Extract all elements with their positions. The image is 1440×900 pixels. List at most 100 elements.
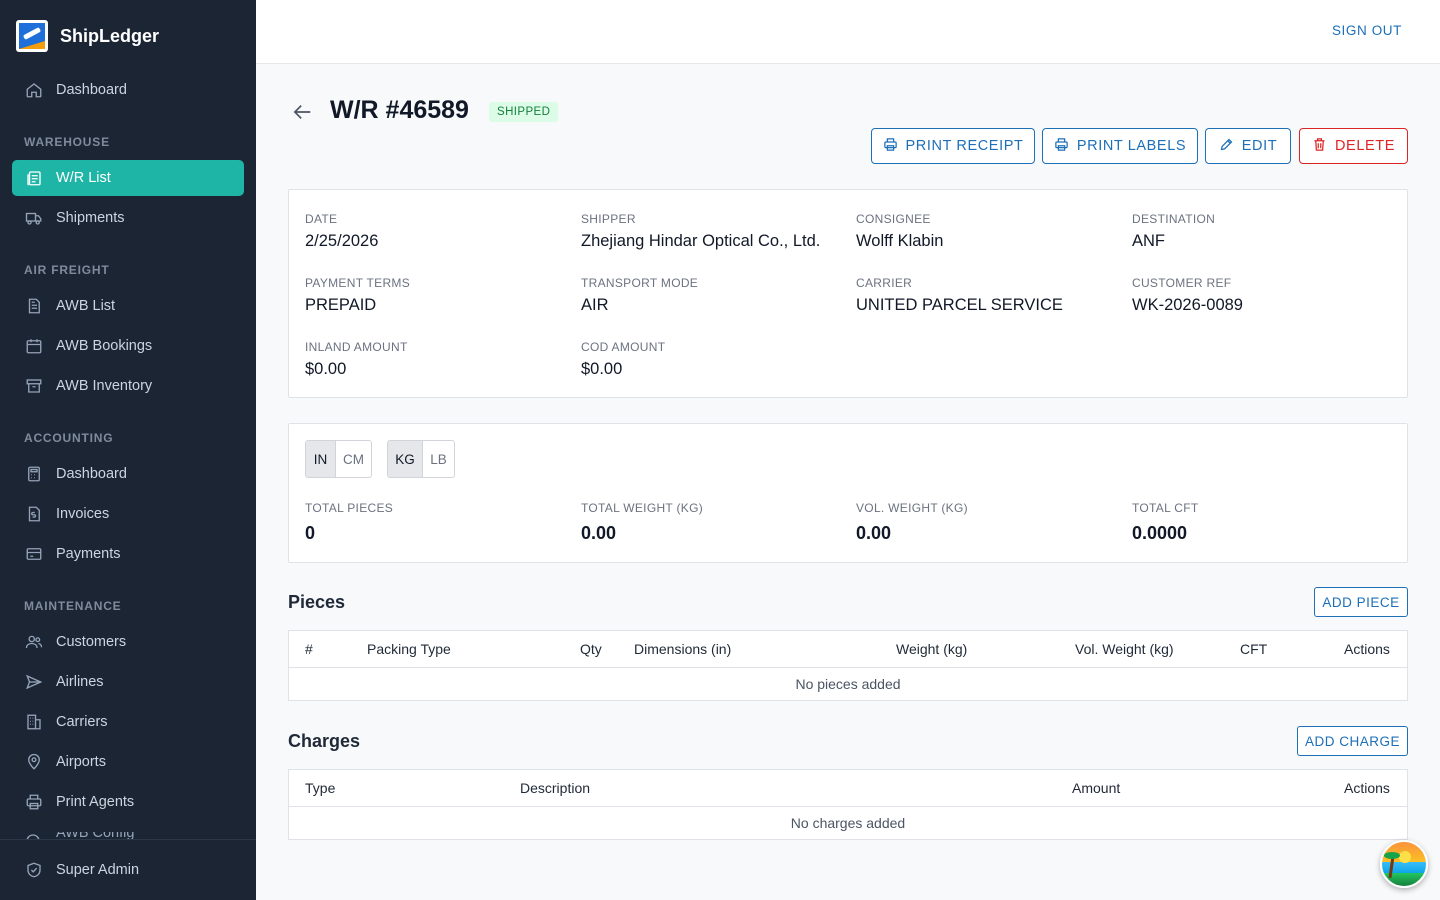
sidebar-item-wr-list[interactable]: W/R List	[12, 160, 244, 196]
home-icon	[24, 80, 44, 100]
section-air-freight: AIR FREIGHT	[24, 263, 110, 277]
field-value: PREPAID	[305, 296, 377, 314]
printer-icon	[1054, 137, 1069, 156]
field-label: TOTAL WEIGHT (KG)	[581, 501, 703, 515]
field-shipper: SHIPPER Zhejiang Hindar Optical Co., Ltd…	[581, 212, 820, 251]
column-header: Dimensions (in)	[634, 641, 732, 657]
pencil-icon	[1219, 137, 1234, 156]
charges-title: Charges	[288, 731, 361, 751]
invoice-icon	[24, 504, 44, 524]
column-header: Weight (kg)	[896, 641, 968, 657]
field-customer-ref: CUSTOMER REF WK-2026-0089	[1132, 276, 1243, 315]
sidebar-item-dashboard[interactable]: Dashboard	[12, 72, 244, 108]
details-card: DATE 2/25/2026 SHIPPER Zhejiang Hindar O…	[288, 189, 1408, 398]
field-value: Zhejiang Hindar Optical Co., Ltd.	[581, 232, 821, 250]
edit-button[interactable]: EDIT	[1205, 128, 1291, 164]
empty-state: No pieces added	[795, 676, 901, 692]
field-label: CONSIGNEE	[856, 212, 931, 226]
brand[interactable]: ShipLedger	[0, 0, 256, 72]
delete-button[interactable]: DELETE	[1299, 128, 1408, 164]
map-pin-icon	[24, 752, 44, 772]
sidebar-item-label: Dashboard	[56, 466, 127, 482]
table-header: # Packing Type Qty Dimensions (in) Weigh…	[289, 631, 1407, 668]
status-badge: SHIPPED	[489, 102, 559, 122]
sign-out-link[interactable]: SIGN OUT	[1332, 23, 1402, 38]
sidebar-item-invoices[interactable]: Invoices	[12, 496, 244, 532]
print-receipt-button[interactable]: PRINT RECEIPT	[871, 128, 1035, 164]
user-avatar[interactable]	[1380, 840, 1428, 888]
sidebar-item-label: Customers	[56, 634, 127, 650]
field-transport-mode: TRANSPORT MODE AIR	[581, 276, 698, 315]
sidebar-item-payments[interactable]: Payments	[12, 536, 244, 572]
pieces-table: # Packing Type Qty Dimensions (in) Weigh…	[288, 630, 1408, 701]
send-icon	[24, 672, 44, 692]
printer-icon	[24, 792, 44, 812]
field-label: DESTINATION	[1132, 212, 1216, 226]
field-date: DATE 2/25/2026	[305, 212, 378, 251]
column-header: Qty	[580, 641, 602, 657]
sidebar-item-label: AWB List	[56, 298, 116, 314]
sidebar-item-label: AWB Bookings	[56, 338, 153, 354]
sidebar-item-super-admin[interactable]: Super Admin	[12, 852, 244, 888]
app-name: ShipLedger	[60, 25, 160, 46]
add-charge-button[interactable]: ADD CHARGE	[1297, 726, 1408, 756]
archive-icon	[24, 376, 44, 396]
sidebar-item-label: Dashboard	[56, 82, 127, 98]
table-header: Type Description Amount Actions	[289, 770, 1407, 807]
calendar-icon	[24, 336, 44, 356]
column-header: Amount	[1072, 780, 1121, 796]
sun-icon	[1399, 851, 1411, 863]
field-value: ANF	[1132, 232, 1165, 250]
sidebar-item-awb-inventory[interactable]: AWB Inventory	[12, 368, 244, 404]
total-pieces: TOTAL PIECES 0	[305, 501, 393, 544]
sidebar-item-awb-list[interactable]: AWB List	[12, 288, 244, 324]
sidebar-item-label: Carriers	[56, 714, 108, 730]
unit-cm-option[interactable]: CM	[336, 441, 371, 477]
sidebar-item-label: AWB Inventory	[56, 378, 153, 394]
field-value: 2/25/2026	[305, 232, 379, 250]
field-label: DATE	[305, 212, 338, 226]
edit-label: EDIT	[1241, 138, 1278, 154]
field-consignee: CONSIGNEE Wolff Klabin	[856, 212, 943, 251]
palm-leaf-icon	[1384, 852, 1400, 859]
back-arrow-icon[interactable]	[292, 102, 314, 122]
print-receipt-label: PRINT RECEIPT	[905, 138, 1024, 154]
print-labels-label: PRINT LABELS	[1076, 138, 1187, 154]
sidebar-item-accounting-dashboard[interactable]: Dashboard	[12, 456, 244, 492]
sidebar-item-label: W/R List	[56, 170, 111, 186]
trash-icon	[1312, 137, 1327, 156]
field-value: AIR	[581, 296, 609, 314]
unit-in-option[interactable]: IN	[306, 441, 336, 477]
sidebar-item-customers[interactable]: Customers	[12, 624, 244, 660]
empty-state: No charges added	[790, 815, 906, 831]
sidebar-item-airlines[interactable]: Airlines	[12, 664, 244, 700]
shield-check-icon	[24, 860, 44, 880]
sidebar-footer: Super Admin	[0, 839, 256, 900]
document-icon	[24, 296, 44, 316]
field-label: VOL. WEIGHT (KG)	[856, 501, 968, 515]
calculator-icon	[24, 464, 44, 484]
unit-lb-option[interactable]: LB	[423, 441, 454, 477]
unit-kg-option[interactable]: KG	[388, 441, 423, 477]
field-label: TRANSPORT MODE	[581, 276, 699, 290]
weight-unit-toggle: KG LB	[387, 440, 455, 478]
sidebar-item-label: Invoices	[56, 506, 110, 522]
charges-table: Type Description Amount Actions No charg…	[288, 769, 1408, 840]
field-label: PAYMENT TERMS	[305, 276, 411, 290]
sidebar-item-print-agents[interactable]: Print Agents	[12, 784, 244, 820]
sidebar-item-airports[interactable]: Airports	[12, 744, 244, 780]
column-header: Packing Type	[367, 641, 451, 657]
total-weight: TOTAL WEIGHT (KG) 0.00	[581, 501, 703, 544]
vol-weight: VOL. WEIGHT (KG) 0.00	[856, 501, 968, 544]
sidebar-item-label: Airports	[56, 754, 106, 770]
palm-tree-icon	[1388, 855, 1395, 879]
field-inland-amount: INLAND AMOUNT $0.00	[305, 340, 408, 379]
total-cft: TOTAL CFT 0.0000	[1132, 501, 1198, 544]
add-piece-button[interactable]: ADD PIECE	[1314, 587, 1408, 617]
sidebar-item-label: Payments	[56, 546, 121, 562]
sidebar-item-shipments[interactable]: Shipments	[12, 200, 244, 236]
sidebar-item-carriers[interactable]: Carriers	[12, 704, 244, 740]
sidebar-item-awb-bookings[interactable]: AWB Bookings	[12, 328, 244, 364]
print-labels-button[interactable]: PRINT LABELS	[1042, 128, 1198, 164]
field-cod-amount: COD AMOUNT $0.00	[581, 340, 665, 379]
